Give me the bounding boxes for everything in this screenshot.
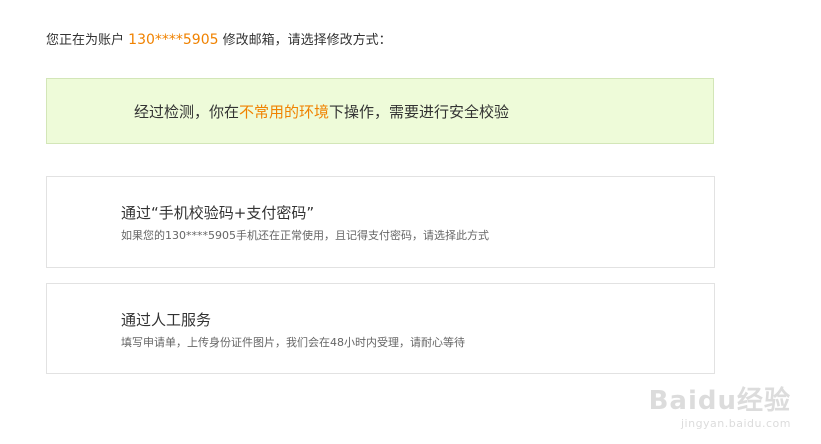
security-alert-box: 经过检测，你在不常用的环境下操作，需要进行安全校验 <box>46 78 714 144</box>
watermark-brand: Baidu经验 <box>648 386 791 416</box>
verify-option-phone-code-description: 如果您的130****5905手机还在正常使用，且记得支付密码，请选择此方式 <box>121 229 489 242</box>
baidu-jingyan-watermark: Baidu经验 jingyan.baidu.com <box>649 387 791 430</box>
verify-option-manual-service-description: 填写申请单，上传身份证件图片，我们会在48小时内受理，请耐心等待 <box>121 336 465 349</box>
account-notice-suffix: 修改邮箱，请选择修改方式： <box>222 33 392 48</box>
security-alert-after: 下操作，需要进行安全校验 <box>329 103 510 121</box>
security-alert-before: 经过检测，你在 <box>134 103 240 121</box>
account-notice: 您正在为账户 130****5905 修改邮箱，请选择修改方式： <box>46 29 392 48</box>
security-alert-text: 经过检测，你在不常用的环境下操作，需要进行安全校验 <box>134 101 509 122</box>
verify-option-phone-code-title: 通过“手机校验码+支付密码” <box>121 204 315 222</box>
verify-option-manual-service[interactable]: 通过人工服务 填写申请单，上传身份证件图片，我们会在48小时内受理，请耐心等待 <box>46 283 715 374</box>
security-alert-highlight: 不常用的环境 <box>239 103 330 121</box>
verify-option-manual-service-title: 通过人工服务 <box>121 311 212 329</box>
watermark-url: jingyan.baidu.com <box>680 417 791 430</box>
account-phone: 130****5905 <box>128 32 219 48</box>
verify-option-phone-code[interactable]: 通过“手机校验码+支付密码” 如果您的130****5905手机还在正常使用，且… <box>46 176 715 268</box>
account-notice-prefix: 您正在为账户 <box>46 33 125 48</box>
